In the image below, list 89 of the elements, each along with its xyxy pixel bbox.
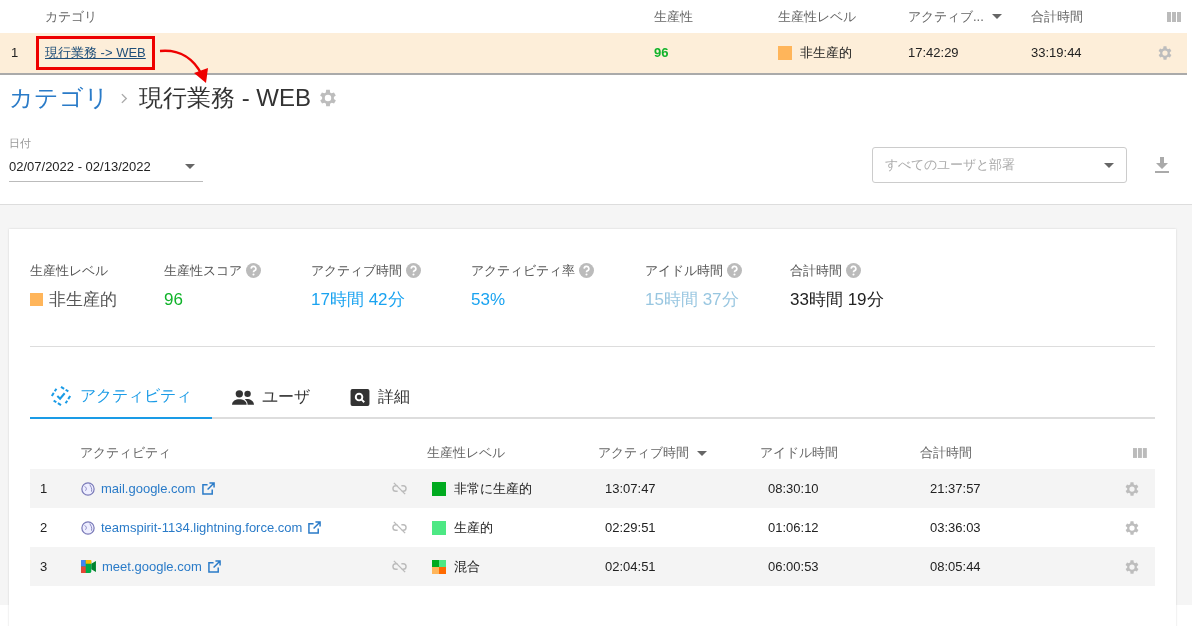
unlink-icon[interactable] bbox=[392, 481, 407, 496]
row-number: 1 bbox=[10, 44, 20, 63]
unlink-icon[interactable] bbox=[392, 520, 407, 535]
site-link[interactable]: meet.google.com bbox=[102, 556, 202, 577]
help-icon[interactable] bbox=[406, 263, 421, 279]
placeholder-text: すべてのユーザと部署 bbox=[885, 156, 1015, 175]
level-label: 生産的 bbox=[454, 518, 493, 537]
active-time: 02:29:51 bbox=[605, 518, 657, 537]
settings-icon[interactable] bbox=[1156, 44, 1174, 62]
search-icon bbox=[350, 388, 370, 406]
help-icon[interactable] bbox=[846, 263, 861, 279]
settings-icon[interactable] bbox=[1123, 479, 1141, 498]
video-camera-icon bbox=[81, 560, 96, 573]
caret-icon bbox=[991, 14, 1002, 19]
external-link-icon[interactable] bbox=[201, 482, 215, 495]
help-icon[interactable] bbox=[579, 263, 594, 279]
table-row[interactable]: 3 meet.google.com 混合 02:04:51 06:00:53 08:05:44 bbox=[30, 547, 1155, 586]
stat-label: 生産性スコア bbox=[164, 262, 242, 280]
table-row[interactable]: 1 現行業務 -> WEB 96 非生産的 17:42:29 33:19:44 bbox=[0, 33, 1187, 75]
settings-icon[interactable] bbox=[1123, 518, 1141, 537]
help-icon[interactable] bbox=[246, 263, 261, 279]
date-field[interactable]: 日付 02/07/2022 - 02/13/2022 bbox=[9, 135, 203, 182]
stat-value: 96 bbox=[164, 288, 183, 311]
site-link[interactable]: mail.google.com bbox=[101, 478, 196, 499]
stat-value: 17時間 42分 bbox=[311, 288, 405, 311]
column-header[interactable]: 生産性 bbox=[654, 6, 693, 27]
total-time: 21:37:57 bbox=[930, 479, 982, 498]
settings-icon[interactable] bbox=[1123, 557, 1141, 576]
tab[interactable]: 詳細 bbox=[330, 375, 430, 419]
column-header[interactable]: アイドル時間 bbox=[759, 443, 838, 463]
site-link[interactable]: teamspirit-1134.lightning.force.com bbox=[101, 517, 303, 538]
stat-value: 33時間 19分 bbox=[790, 288, 884, 311]
caret-icon bbox=[697, 450, 708, 456]
settings-icon[interactable] bbox=[317, 87, 339, 109]
page-title: 現行業務 - WEB bbox=[139, 83, 311, 113]
column-header[interactable]: アクティビティ bbox=[80, 443, 172, 463]
column-header[interactable]: 生産性レベル bbox=[427, 443, 506, 463]
total-time: 03:36:03 bbox=[930, 518, 982, 537]
breadcrumb-link[interactable]: カテゴリ bbox=[9, 80, 109, 116]
date-value: 02/07/2022 - 02/13/2022 bbox=[9, 157, 151, 176]
tab[interactable]: ユーザ bbox=[212, 375, 330, 419]
idle-time: 06:00:53 bbox=[768, 557, 820, 576]
external-link-icon[interactable] bbox=[207, 560, 221, 573]
level-swatch bbox=[432, 559, 446, 574]
column-header[interactable]: 生産性レベル bbox=[778, 6, 856, 27]
stat-value: 非生産的 bbox=[49, 288, 117, 311]
column-header[interactable]: カテゴリ bbox=[45, 6, 97, 27]
table-row[interactable]: 1 mail.google.com 非常に生産的 13:07:47 08:30:10 21:37:57 bbox=[30, 469, 1155, 508]
row-number: 2 bbox=[39, 518, 49, 537]
idle-time: 08:30:10 bbox=[768, 479, 820, 498]
stat-label: アクティブ時間 bbox=[311, 262, 402, 280]
active-time: 02:04:51 bbox=[605, 557, 657, 576]
total-time: 33:19:44 bbox=[1031, 44, 1083, 63]
level-label: 非常に生産的 bbox=[454, 479, 532, 498]
download-icon[interactable] bbox=[1155, 157, 1169, 173]
stat-label: 合計時間 bbox=[790, 262, 842, 280]
help-icon[interactable] bbox=[727, 263, 742, 279]
category-link[interactable]: 現行業務 -> WEB bbox=[36, 36, 155, 70]
columns-icon[interactable] bbox=[1133, 448, 1147, 458]
unlink-icon[interactable] bbox=[392, 559, 407, 574]
level-label: 混合 bbox=[454, 557, 480, 576]
stat-label: アクティビティ率 bbox=[471, 262, 575, 280]
stat-label: 生産性レベル bbox=[30, 262, 108, 280]
score: 96 bbox=[654, 44, 670, 63]
row-number: 3 bbox=[39, 557, 49, 576]
columns-icon[interactable] bbox=[1167, 11, 1181, 22]
users-icon bbox=[232, 389, 254, 405]
caret-icon bbox=[1104, 162, 1114, 168]
level-label: 非生産的 bbox=[800, 44, 852, 63]
column-header[interactable]: アクティブ時間 bbox=[598, 443, 690, 463]
idle-time: 01:06:12 bbox=[768, 518, 820, 537]
date-label: 日付 bbox=[9, 136, 32, 151]
chevron-icon bbox=[121, 92, 128, 104]
external-link-icon[interactable] bbox=[308, 521, 322, 534]
stat-value: 53% bbox=[471, 288, 506, 311]
row-number: 1 bbox=[39, 479, 49, 498]
stat-label: アイドル時間 bbox=[645, 262, 723, 280]
column-header[interactable]: 合計時間 bbox=[919, 443, 972, 463]
activity-icon bbox=[50, 385, 72, 407]
column-header[interactable]: アクティブ... bbox=[908, 6, 984, 27]
total-time: 08:05:44 bbox=[930, 557, 982, 576]
globe-icon bbox=[81, 481, 95, 496]
annotation-arrow bbox=[158, 47, 210, 83]
caret-icon bbox=[185, 163, 195, 169]
active-time: 13:07:47 bbox=[605, 479, 657, 498]
globe-icon bbox=[81, 520, 95, 535]
stat-value: 15時間 37分 bbox=[645, 288, 739, 311]
active-time: 17:42:29 bbox=[908, 44, 960, 63]
column-header[interactable]: 合計時間 bbox=[1031, 6, 1083, 27]
